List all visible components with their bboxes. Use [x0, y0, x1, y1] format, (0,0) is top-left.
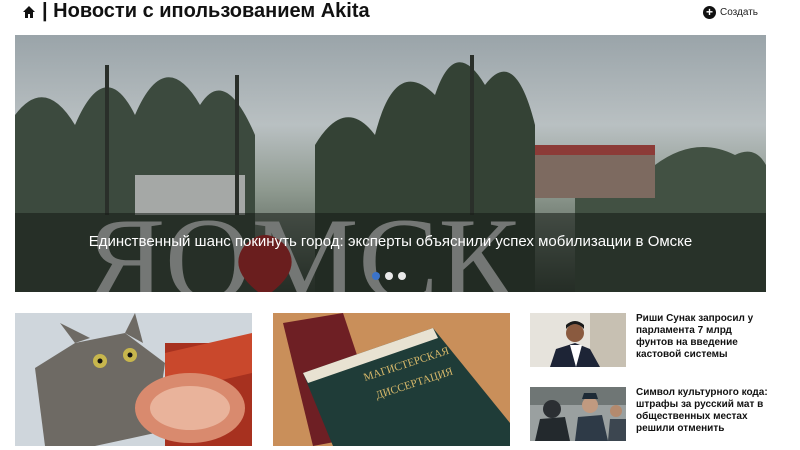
- police-crowd-photo: [530, 387, 626, 441]
- side-news-title-1[interactable]: Риши Сунак запросил у парламента 7 млрд …: [636, 313, 771, 361]
- hero-slider[interactable]: ЯОМСК Единственный шанс покинуть город: …: [15, 35, 766, 292]
- side-news-title-2[interactable]: Символ культурного кода: штрафы за русск…: [636, 387, 771, 435]
- news-card-cat[interactable]: [15, 313, 252, 446]
- home-icon[interactable]: [22, 5, 36, 19]
- cat-eating-ham-photo: [15, 313, 252, 446]
- news-card-dissertation[interactable]: МАГИСТЕРСКАЯ ДИССЕРТАЦИЯ: [273, 313, 510, 446]
- header: | Новости с ипользованием Akita + Создат…: [0, 0, 800, 24]
- create-button-label: Создать: [720, 6, 759, 18]
- hero-caption[interactable]: Единственный шанс покинуть город: экспер…: [15, 233, 766, 250]
- create-button[interactable]: + Создать: [703, 4, 758, 20]
- slider-dot-3[interactable]: [398, 272, 406, 280]
- man-in-suit-photo: [530, 313, 626, 367]
- slider-dot-1[interactable]: [372, 272, 380, 280]
- page-title: | Новости с ипользованием Akita: [42, 0, 370, 22]
- slider-dots: [372, 272, 411, 280]
- plus-circle-icon: +: [703, 5, 716, 19]
- side-news-item-2[interactable]: Символ культурного кода: штрафы за русск…: [530, 387, 785, 443]
- hero-caption-background: [15, 213, 766, 292]
- slider-dot-2[interactable]: [385, 272, 393, 280]
- masters-dissertation-book-photo: МАГИСТЕРСКАЯ ДИССЕРТАЦИЯ: [273, 313, 510, 446]
- side-news-item-1[interactable]: Риши Сунак запросил у парламента 7 млрд …: [530, 313, 785, 369]
